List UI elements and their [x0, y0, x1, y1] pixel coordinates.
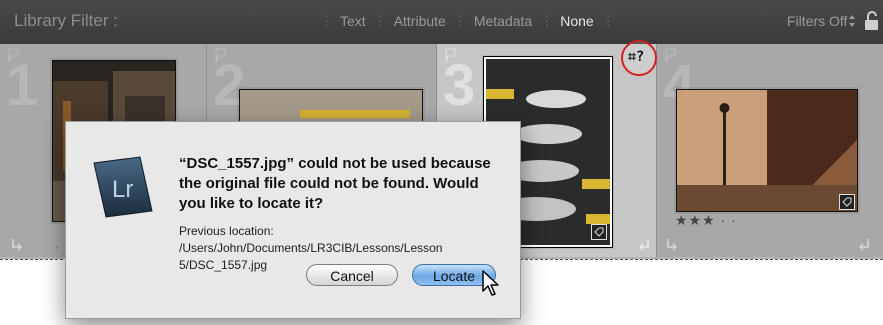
tab-attribute[interactable]: Attribute: [394, 13, 446, 29]
missing-file-icon[interactable]: ⌗?: [621, 40, 657, 76]
flag-icon[interactable]: [215, 48, 227, 62]
rating-dots[interactable]: ·: [55, 240, 62, 254]
grid-cell[interactable]: 4 ★★★ · ·: [657, 44, 883, 257]
tab-separator: ⋮: [453, 13, 467, 28]
star-rating[interactable]: ★★★ · ·: [675, 212, 737, 229]
filter-presets-dropdown[interactable]: Filters Off: [787, 13, 847, 29]
mouse-pointer-icon: [482, 270, 499, 296]
rotate-left-icon[interactable]: [10, 237, 24, 251]
lightroom-app-icon: Lr: [93, 156, 153, 218]
flag-icon[interactable]: [445, 48, 457, 62]
tab-separator: ⋮: [601, 13, 615, 28]
library-filter-title: Library Filter :: [14, 11, 118, 30]
tab-none[interactable]: None: [560, 13, 593, 29]
tab-separator: ⋮: [320, 13, 333, 28]
rotate-left-icon[interactable]: [665, 237, 679, 251]
cell-index-number: 3: [443, 53, 476, 118]
photo-thumbnail[interactable]: [676, 89, 858, 212]
missing-file-dialog: Lr “DSC_1557.jpg” could not be used beca…: [65, 121, 521, 319]
tab-separator: ⋮: [540, 13, 553, 28]
flag-icon[interactable]: [665, 48, 677, 62]
lock-icon[interactable]: [864, 11, 880, 31]
rotate-right-icon[interactable]: [857, 237, 871, 251]
cell-index-number: 1: [6, 53, 39, 118]
tab-metadata[interactable]: Metadata: [474, 13, 532, 29]
app-icon-label: Lr: [112, 176, 133, 203]
filter-tabs: ⋮ Text ⋮ Attribute ⋮ Metadata ⋮ None ⋮: [312, 13, 622, 29]
cancel-button[interactable]: Cancel: [306, 264, 398, 286]
dialog-message: “DSC_1557.jpg” could not be used because…: [179, 155, 491, 212]
updown-caret-icon[interactable]: [848, 14, 856, 28]
keyword-tag-icon[interactable]: [839, 194, 855, 210]
rotate-right-icon[interactable]: [637, 237, 651, 251]
library-filter-bar: Library Filter : ⋮ Text ⋮ Attribute ⋮ Me…: [0, 0, 883, 45]
flag-icon[interactable]: [8, 48, 20, 62]
missing-file-glyph: ⌗?: [628, 49, 645, 65]
tab-separator: ⋮: [373, 13, 387, 28]
tab-text[interactable]: Text: [340, 13, 366, 29]
keyword-tag-icon[interactable]: [591, 224, 607, 240]
